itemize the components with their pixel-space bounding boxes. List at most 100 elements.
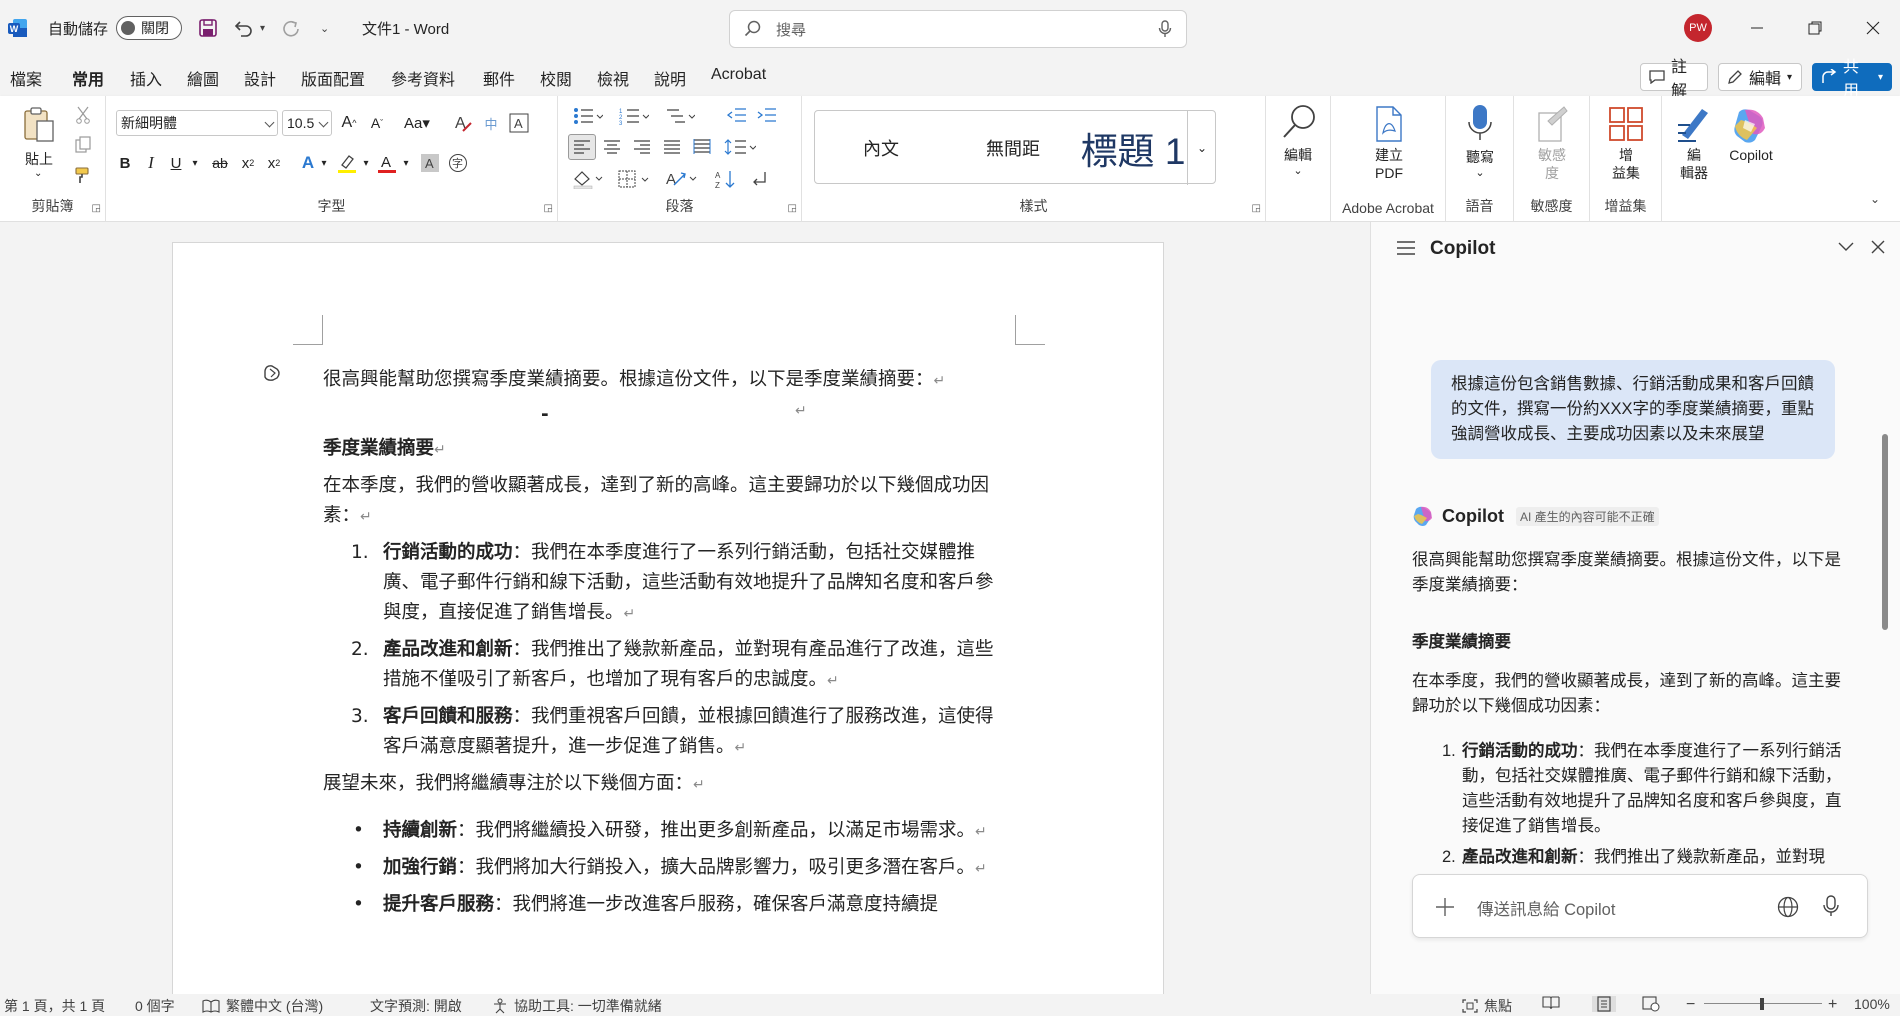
close-icon[interactable] [1871, 240, 1885, 254]
align-center-icon[interactable] [598, 134, 626, 160]
tab-review[interactable]: 校閱 [540, 66, 572, 90]
addins-label[interactable]: 增 益集 [1590, 146, 1662, 182]
text-effects-icon[interactable]: A [296, 150, 320, 176]
word-count[interactable]: 0 個字 [135, 996, 175, 1016]
font-size-combo[interactable]: 10.5 [282, 110, 332, 136]
chevron-down-icon[interactable] [1838, 242, 1854, 252]
share-button[interactable]: 共用 ▾ [1812, 59, 1892, 100]
bullets-icon[interactable] [570, 104, 606, 128]
close-icon[interactable] [1844, 0, 1900, 56]
line-spacing-icon[interactable] [720, 134, 760, 160]
sensitivity-label[interactable]: 敏感 度 [1514, 146, 1590, 182]
create-pdf-label[interactable]: 建立 PDF [1331, 146, 1447, 182]
menu-icon[interactable] [1396, 240, 1416, 256]
editor-icon[interactable] [1674, 104, 1714, 146]
style-normal[interactable]: 內文 [815, 111, 947, 185]
document-page[interactable]: 很高興能幫助您撰寫季度業績摘要。根據這份文件，以下是季度業績摘要：↵ - ↵ 季度… [172, 242, 1164, 994]
copy-icon[interactable] [72, 134, 94, 156]
align-left-icon[interactable] [568, 134, 596, 160]
microphone-icon[interactable] [1158, 20, 1172, 38]
asian-layout-icon[interactable]: A [662, 166, 702, 192]
restore-icon[interactable] [1786, 0, 1844, 56]
tab-design[interactable]: 設計 [244, 66, 276, 90]
print-layout-icon[interactable] [1592, 996, 1616, 1012]
show-hide-marks-icon[interactable] [744, 166, 772, 192]
chevron-down-icon[interactable]: ⌄ [1266, 162, 1330, 180]
tab-help[interactable]: 說明 [654, 66, 686, 90]
proofing-status[interactable]: 繁體中文 (台灣) [202, 996, 323, 1016]
shrink-font-icon[interactable]: Aˇ [364, 110, 390, 136]
copilot-input[interactable]: 傳送訊息給 Copilot [1412, 874, 1868, 938]
globe-icon[interactable] [1777, 896, 1799, 918]
minimize-icon[interactable] [1728, 0, 1786, 56]
zoom-slider-thumb[interactable] [1760, 998, 1764, 1010]
format-painter-icon[interactable] [72, 164, 94, 186]
strikethrough-icon[interactable]: ab [206, 150, 234, 176]
tab-acrobat[interactable]: Acrobat [711, 66, 766, 84]
change-case-icon[interactable]: Aa▾ [398, 110, 436, 136]
shading-icon[interactable] [568, 166, 608, 192]
chevron-down-icon[interactable]: ⌄ [1446, 164, 1514, 182]
text-effects-dropdown-icon[interactable]: ▾ [318, 150, 330, 176]
dialog-launcher-icon[interactable]: ◲ [1252, 203, 1261, 214]
zoom-out-icon[interactable]: − [1686, 996, 1695, 1014]
save-icon[interactable] [198, 0, 218, 56]
search-box[interactable]: 搜尋 [729, 10, 1187, 48]
sensitivity-icon[interactable] [1536, 104, 1568, 144]
styles-more-icon[interactable]: ⌄ [1187, 111, 1216, 185]
read-mode-icon[interactable] [1542, 996, 1560, 1010]
character-border-icon[interactable]: A [506, 110, 532, 136]
copilot-ribbon-icon[interactable] [1730, 104, 1770, 146]
page-count[interactable]: 第 1 頁，共 1 頁 [4, 996, 105, 1016]
undo-icon[interactable] [232, 0, 254, 56]
style-heading-1[interactable]: 標題 1 [1079, 111, 1187, 185]
focus-mode[interactable]: 焦點 [1462, 996, 1512, 1016]
web-layout-icon[interactable] [1642, 996, 1660, 1012]
subscript-icon[interactable]: x2 [236, 150, 260, 176]
find-icon[interactable] [1280, 102, 1320, 142]
tab-insert[interactable]: 插入 [130, 66, 162, 90]
phonetic-guide-icon[interactable]: 中 [478, 110, 504, 136]
editor-label[interactable]: 編 輯器 [1666, 146, 1722, 182]
document-body[interactable]: 很高興能幫助您撰寫季度業績摘要。根據這份文件，以下是季度業績摘要：↵ - ↵ 季度… [323, 365, 1003, 926]
bold-icon[interactable]: B [114, 150, 136, 176]
dialog-launcher-icon[interactable]: ◲ [92, 203, 101, 214]
borders-icon[interactable] [614, 166, 654, 192]
italic-icon[interactable]: I [140, 150, 162, 176]
underline-icon[interactable]: U [164, 150, 188, 176]
align-right-icon[interactable] [628, 134, 656, 160]
tab-references[interactable]: 參考資料 [391, 66, 455, 90]
undo-dropdown-icon[interactable]: ▾ [260, 0, 265, 56]
editing-mode-button[interactable]: 編輯 ▾ [1718, 63, 1802, 91]
enclose-characters-icon[interactable]: 字 [446, 150, 470, 176]
sort-icon[interactable]: AZ [712, 166, 740, 192]
create-pdf-icon[interactable] [1371, 104, 1407, 144]
tab-layout[interactable]: 版面配置 [301, 66, 365, 90]
paste-icon[interactable] [18, 104, 60, 144]
add-icon[interactable] [1435, 897, 1455, 917]
paste-label[interactable]: 貼上 [18, 150, 60, 168]
font-color-icon[interactable]: A [374, 150, 400, 176]
customize-toolbar-icon[interactable]: ⌄ [320, 0, 329, 56]
tab-mailings[interactable]: 郵件 [483, 66, 515, 90]
message-placeholder[interactable]: 傳送訊息給 Copilot [1477, 896, 1615, 920]
text-prediction[interactable]: 文字預測: 開啟 [370, 996, 462, 1016]
paste-dropdown-icon[interactable]: ⌄ [34, 168, 42, 179]
multilevel-list-icon[interactable] [662, 104, 698, 128]
dictate-microphone-icon[interactable] [1464, 104, 1496, 144]
justify-icon[interactable] [658, 134, 686, 160]
cut-icon[interactable] [72, 104, 94, 126]
tab-view[interactable]: 檢視 [597, 66, 629, 90]
addins-icon[interactable] [1606, 104, 1646, 144]
copilot-scrollbar[interactable] [1882, 434, 1888, 630]
numbering-icon[interactable]: 123 [616, 104, 652, 128]
collapse-ribbon-icon[interactable]: ⌄ [1870, 192, 1880, 206]
copilot-ribbon-label[interactable]: Copilot [1722, 146, 1780, 164]
clear-formatting-icon[interactable]: A [450, 110, 476, 136]
underline-dropdown-icon[interactable]: ▾ [188, 150, 202, 176]
tab-file[interactable]: 檔案 [10, 66, 42, 90]
tab-home[interactable]: 常用 [72, 66, 105, 99]
font-color-dropdown-icon[interactable]: ▾ [400, 150, 412, 176]
dialog-launcher-icon[interactable]: ◲ [788, 203, 797, 214]
distributed-icon[interactable] [688, 134, 716, 160]
